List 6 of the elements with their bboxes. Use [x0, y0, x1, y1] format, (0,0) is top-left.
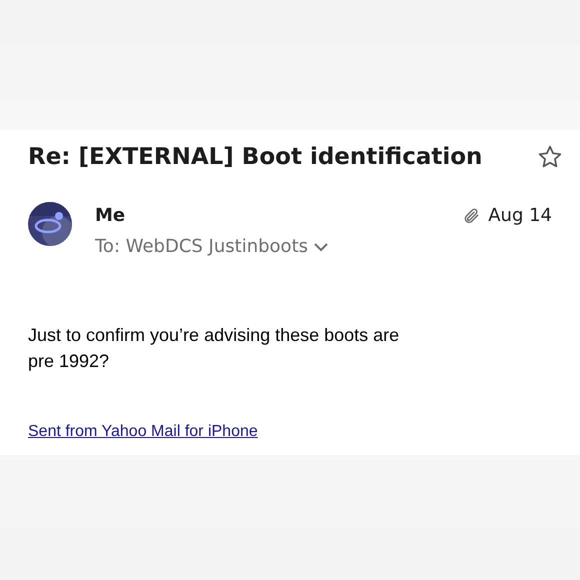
message-text: Just to confirm you’re advising these boots are pre 1992? — [28, 324, 400, 373]
email-date: Aug 14 — [488, 204, 552, 228]
sender-name: Me — [95, 204, 126, 228]
signature-link[interactable]: Sent from Yahoo Mail for iPhone — [28, 420, 258, 444]
email-subject: Re: [EXTERNAL] Boot identification — [28, 143, 482, 172]
recipients-toggle[interactable]: To: WebDCS Justinboots — [95, 233, 328, 260]
